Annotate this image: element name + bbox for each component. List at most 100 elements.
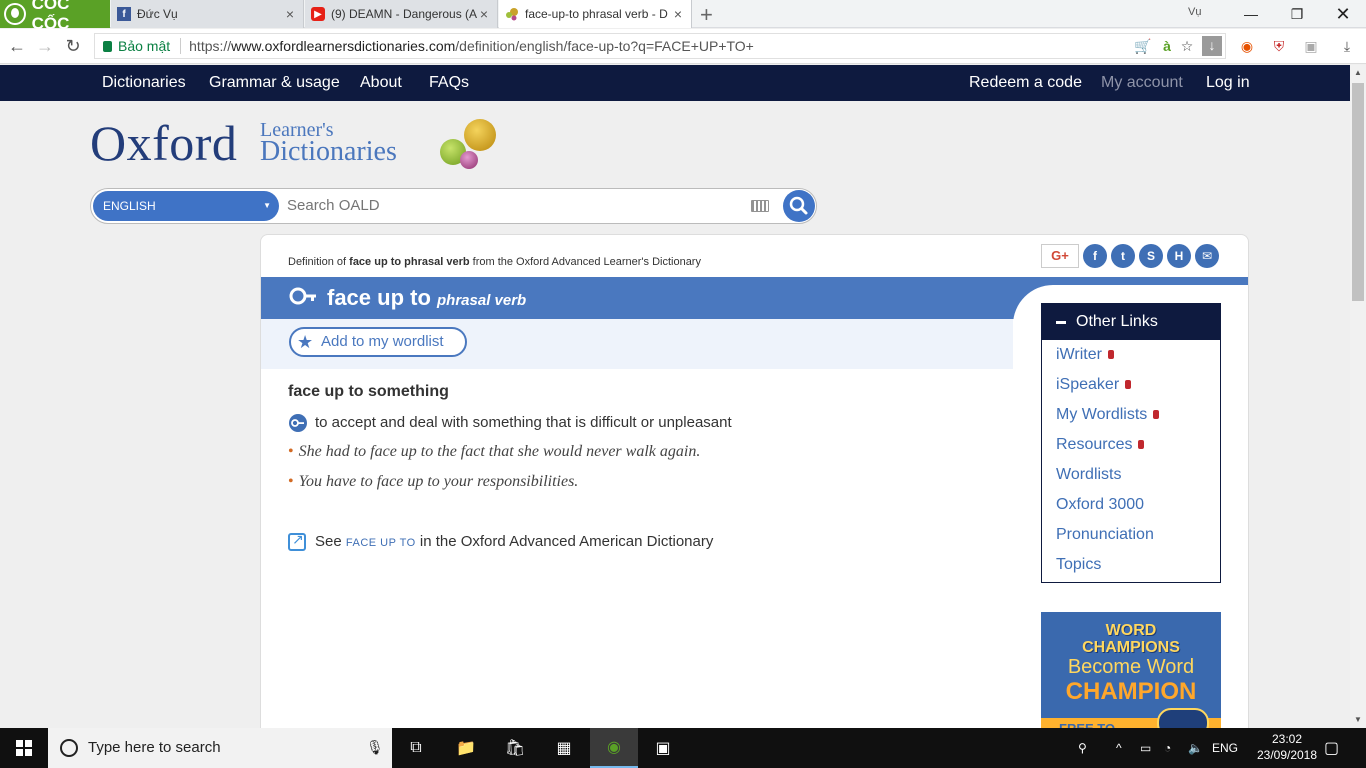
other-links-title: Other Links bbox=[1076, 313, 1158, 330]
google-plus-share-button[interactable]: G+ bbox=[1041, 244, 1079, 268]
maximize-button[interactable]: ❐ bbox=[1274, 0, 1320, 28]
oxford-3000-key-icon bbox=[289, 287, 316, 305]
language-select[interactable]: ENGLISH ▼ bbox=[93, 191, 279, 221]
link-resources[interactable]: Resources bbox=[1056, 436, 1145, 454]
downloads-icon[interactable]: ⤓ bbox=[1338, 37, 1356, 55]
logo-dictionaries: Dictionaries bbox=[260, 136, 397, 167]
browser-toolbar: ← → ↻ Bảo mật https://www.oxfordlearners… bbox=[0, 29, 1366, 64]
search-input[interactable] bbox=[287, 197, 727, 214]
back-button[interactable]: ← bbox=[6, 35, 28, 57]
promo-become: Become Word bbox=[1067, 656, 1195, 678]
definition-source: Definition of face up to phrasal verb fr… bbox=[288, 256, 701, 268]
nav-faqs[interactable]: FAQs bbox=[429, 74, 469, 92]
example-sentence: • You have to face up to your responsibil… bbox=[288, 473, 579, 490]
link-wordlists[interactable]: Wordlists bbox=[1056, 466, 1122, 484]
search-icon bbox=[789, 196, 808, 215]
reload-button[interactable]: ↻ bbox=[62, 35, 84, 57]
nav-dictionaries[interactable]: Dictionaries bbox=[102, 74, 186, 92]
tab-facebook[interactable]: f Đức Vụ × bbox=[111, 0, 304, 28]
windows-logo-icon bbox=[16, 740, 32, 756]
taskbar-search[interactable]: Type here to search 🎙 bbox=[48, 728, 392, 768]
scroll-down-icon[interactable]: ▼ bbox=[1350, 712, 1366, 728]
other-links-toggle[interactable]: Other Links bbox=[1042, 304, 1220, 340]
tab-title: (9) DEAMN - Dangerous (A bbox=[331, 7, 477, 21]
extension-icon[interactable]: ◉ bbox=[1238, 37, 1256, 55]
twitter-share-icon[interactable]: t bbox=[1111, 244, 1135, 268]
people-icon[interactable]: ⚲ bbox=[1078, 728, 1087, 768]
link-pronunciation[interactable]: Pronunciation bbox=[1056, 526, 1154, 544]
close-tab-icon[interactable]: × bbox=[477, 6, 491, 22]
tab-oxford[interactable]: face-up-to phrasal verb - D × bbox=[499, 0, 692, 28]
bookmark-star-icon[interactable]: ☆ bbox=[1178, 37, 1196, 55]
cortana-icon bbox=[60, 739, 78, 757]
close-tab-icon[interactable]: × bbox=[671, 6, 685, 22]
logo-oxford: Oxford bbox=[90, 115, 238, 171]
link-iwriter[interactable]: iWriter bbox=[1056, 346, 1114, 364]
part-of-speech: phrasal verb bbox=[437, 292, 527, 309]
headword: face up to bbox=[327, 285, 431, 310]
definition-text: to accept and deal with something that i… bbox=[315, 414, 732, 431]
nav-about[interactable]: About bbox=[360, 74, 402, 92]
oxford-logo[interactable]: Oxford Learner's Dictionaries bbox=[90, 115, 397, 171]
link-my-wordlists[interactable]: My Wordlists bbox=[1056, 406, 1160, 424]
wifi-icon[interactable]: ◔ bbox=[1164, 728, 1171, 768]
close-tab-icon[interactable]: × bbox=[283, 6, 297, 22]
new-tab-button[interactable]: + bbox=[700, 2, 720, 28]
forward-button[interactable]: → bbox=[34, 35, 56, 57]
link-oxford-3000[interactable]: Oxford 3000 bbox=[1056, 496, 1144, 514]
input-language[interactable]: ENG bbox=[1212, 728, 1238, 768]
coccoc-taskbar-icon[interactable]: ◉ bbox=[590, 728, 638, 768]
scroll-up-icon[interactable]: ▲ bbox=[1350, 65, 1366, 81]
search-button[interactable] bbox=[783, 190, 815, 222]
hatena-share-icon[interactable]: H bbox=[1167, 244, 1191, 268]
extension-gray-icon[interactable]: ▣ bbox=[1302, 37, 1320, 55]
star-icon: ★ bbox=[297, 332, 314, 352]
coccoc-menu-button[interactable]: CỐC CỐC bbox=[0, 0, 110, 33]
task-view-icon[interactable]: ⧉ bbox=[392, 728, 440, 768]
add-to-wordlist-button[interactable]: ★ Add to my wordlist bbox=[289, 327, 467, 357]
nav-log-in[interactable]: Log in bbox=[1206, 74, 1250, 92]
notifications-icon[interactable]: ▢ bbox=[1324, 728, 1339, 768]
translate-icon[interactable]: à bbox=[1158, 37, 1176, 55]
link-ispeaker[interactable]: iSpeaker bbox=[1056, 376, 1132, 394]
minimize-button[interactable]: — bbox=[1228, 0, 1274, 28]
add-to-wordlist-label: Add to my wordlist bbox=[321, 333, 444, 350]
promo-title: WORD CHAMPIONS bbox=[1082, 622, 1180, 656]
download-arrow-icon[interactable]: ↓ bbox=[1202, 36, 1222, 56]
microphone-icon[interactable]: 🎙 bbox=[366, 739, 384, 756]
clock[interactable]: 23:02 23/09/2018 bbox=[1254, 731, 1320, 763]
page-scrollbar[interactable]: ▲ ▼ bbox=[1350, 65, 1366, 728]
scrollbar-thumb[interactable] bbox=[1352, 83, 1364, 301]
windows-taskbar: Type here to search 🎙 ⧉ 📁 🛍 ▦ ◉ ▣ ⚲ ^ ▭ … bbox=[0, 728, 1366, 768]
store-icon[interactable]: 🛍 bbox=[491, 728, 539, 768]
nav-my-account[interactable]: My account bbox=[1101, 74, 1183, 92]
facebook-icon: f bbox=[117, 7, 131, 21]
app2-icon[interactable]: ▣ bbox=[639, 728, 687, 768]
file-explorer-icon[interactable]: 📁 bbox=[442, 728, 490, 768]
stumbleupon-share-icon[interactable]: S bbox=[1139, 244, 1163, 268]
facebook-share-icon[interactable]: f bbox=[1083, 244, 1107, 268]
see-also-word[interactable]: face up to bbox=[346, 537, 416, 549]
tab-youtube[interactable]: ▶ (9) DEAMN - Dangerous (A × bbox=[305, 0, 498, 28]
tray-chevron-up-icon[interactable]: ^ bbox=[1116, 728, 1122, 768]
nav-redeem-code[interactable]: Redeem a code bbox=[969, 74, 1082, 92]
browser-tab-bar: CỐC CỐC f Đức Vụ × ▶ (9) DEAMN - Dangero… bbox=[0, 0, 1366, 33]
url-text[interactable]: https://www.oxfordlearnersdictionaries.c… bbox=[189, 38, 754, 54]
address-bar[interactable]: Bảo mật https://www.oxfordlearnersdictio… bbox=[94, 33, 1226, 59]
adblock-shield-icon[interactable]: ⛨ bbox=[1270, 37, 1288, 55]
volume-icon[interactable]: 🔈 bbox=[1188, 728, 1203, 768]
shopping-cart-icon[interactable]: 🛒 bbox=[1134, 37, 1152, 55]
app-icon[interactable]: ▦ bbox=[540, 728, 588, 768]
word-champions-ad[interactable]: WORDCHAMPIONS Become Word CHAMPION FREE … bbox=[1041, 612, 1221, 728]
link-topics[interactable]: Topics bbox=[1056, 556, 1101, 574]
email-share-icon[interactable]: ✉ bbox=[1195, 244, 1219, 268]
profile-button[interactable]: Vụ bbox=[1188, 6, 1201, 18]
keyboard-icon[interactable] bbox=[751, 200, 769, 212]
page-content: Oxford Learner's Dictionaries ENGLISH ▼ … bbox=[0, 101, 1350, 728]
start-button[interactable] bbox=[0, 728, 48, 768]
example-sentence: • She had to face up to the fact that she… bbox=[288, 443, 701, 460]
battery-icon[interactable]: ▭ bbox=[1140, 728, 1151, 768]
see-also-link[interactable]: See face up to in the Oxford Advanced Am… bbox=[315, 533, 713, 550]
nav-grammar-usage[interactable]: Grammar & usage bbox=[209, 74, 340, 92]
close-window-button[interactable]: ✕ bbox=[1320, 0, 1366, 28]
